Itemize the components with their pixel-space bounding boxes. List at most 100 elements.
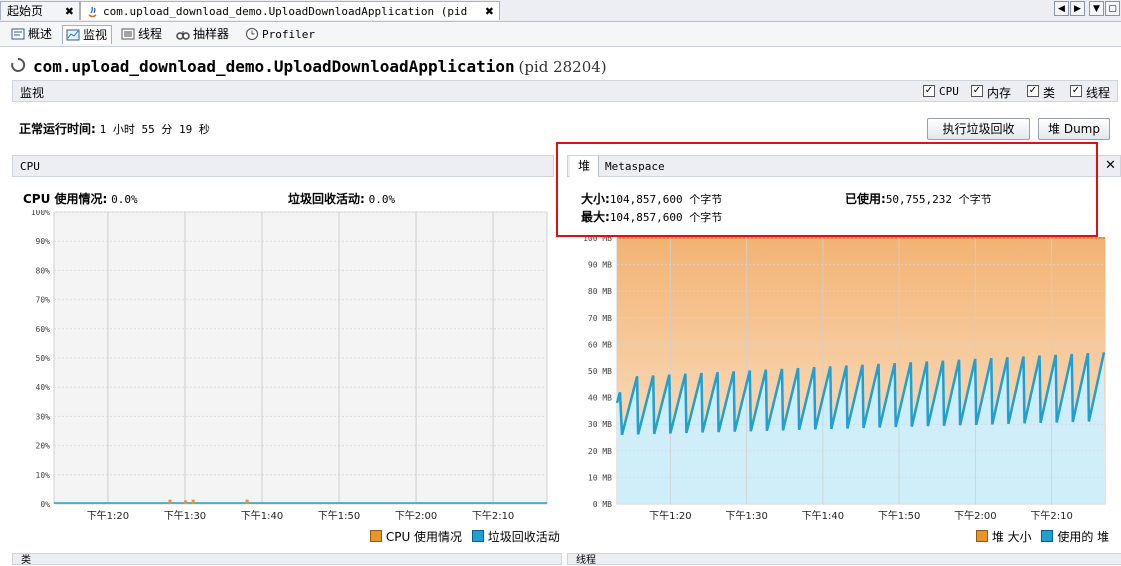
tab-sampler[interactable]: 抽样器: [173, 25, 233, 44]
cpu-ytick-label: 90%: [36, 237, 51, 246]
heap-used-legend-swatch: [1041, 530, 1054, 542]
cpu-xtick-label: 下午2:10: [472, 509, 514, 522]
classes-checkbox[interactable]: ✓: [1027, 85, 1039, 97]
heap-size-legend-label: 堆 大小: [991, 530, 1032, 544]
cpu-usage-spike: [245, 499, 249, 504]
tab-threads-label: 线程: [138, 27, 163, 41]
threads-icon: [121, 28, 135, 40]
cpu-xtick-label: 下午2:00: [395, 509, 437, 522]
heap-ytick-label: 0 MB: [593, 500, 612, 509]
cpu-checkbox-label: CPU: [939, 85, 959, 98]
gc-legend-label: 垃圾回收活动: [487, 530, 560, 544]
gc-activity: 垃圾回收活动: 0.0%: [288, 190, 395, 207]
heap-ytick-label: 20 MB: [588, 447, 612, 456]
profiler-clock-icon: [246, 28, 258, 40]
gc-button[interactable]: 执行垃圾回收: [927, 118, 1030, 140]
monitor-section-bar: 监视 ✓ CPU ✓ 内存 ✓ 类 ✓ 线程: [12, 80, 1118, 102]
heap-ytick-label: 40 MB: [588, 394, 612, 403]
gc-activity-label: 垃圾回收活动:: [288, 192, 365, 206]
cpu-ytick-label: 0%: [40, 500, 50, 509]
tab-start-page-label: 起始页: [7, 4, 44, 18]
page-title: com.upload_download_demo.UploadDownloadA…: [33, 57, 607, 76]
threads-checkbox[interactable]: ✓: [1070, 85, 1082, 97]
tab-application[interactable]: com.upload_download_demo.UploadDownloadA…: [80, 1, 500, 37]
cpu-ytick-label: 100%: [31, 210, 50, 217]
heap-ytick-label: 80 MB: [588, 287, 612, 296]
classes-checkbox-label: 类: [1043, 86, 1056, 100]
heap-chart: 0 MB 10 MB 20 MB 30 MB 40 MB 50 MB 60 MB 70 MB 8…: [583, 234, 1106, 522]
heap-xtick-label: 下午2:00: [954, 509, 996, 522]
cpu-usage: CPU 使用情况: 0.0%: [23, 190, 138, 207]
heap-xtick-label: 下午1:50: [878, 509, 920, 522]
threads-panel-title: 线程: [576, 555, 596, 566]
threads-checkbox-label: 线程: [1086, 86, 1111, 100]
heap-xtick-label: 下午2:10: [1030, 509, 1072, 522]
heap-size-legend-swatch: [976, 530, 988, 542]
memory-checkbox[interactable]: ✓: [971, 85, 983, 97]
cpu-legend-swatch: [370, 530, 382, 542]
tab-profiler-label: Profiler: [262, 28, 315, 41]
monitor-label: 监视: [20, 86, 45, 100]
view-tabs: 概述 监视 线程 抽样器 Profiler: [0, 22, 1121, 47]
maximize-icon[interactable]: ▢: [1105, 1, 1120, 16]
classes-panel-title: 类: [21, 555, 31, 566]
heap-dump-button[interactable]: 堆 Dump: [1038, 118, 1110, 140]
tab-monitor[interactable]: 监视: [62, 25, 113, 44]
uptime: 正常运行时间: 1 小时 55 分 19 秒: [19, 120, 210, 137]
cpu-legend: CPU 使用情况 垃圾回收活动: [370, 528, 560, 545]
tab-overview-label: 概述: [28, 27, 53, 41]
scroll-right-icon[interactable]: ▶: [1070, 1, 1085, 16]
heap-xtick-label: 下午1:30: [725, 509, 767, 522]
tab-start-page[interactable]: 起始页 ✖: [0, 1, 80, 20]
cpu-ytick-label: 50%: [36, 354, 51, 363]
tab-overview[interactable]: 概述: [8, 25, 56, 44]
cpu-ytick-label: 70%: [36, 296, 51, 305]
cpu-ytick-label: 40%: [36, 383, 51, 392]
cpu-usage-spike: [168, 499, 172, 504]
cpu-usage-value: 0.0%: [111, 193, 138, 206]
heap-xtick-label: 下午1:40: [802, 509, 844, 522]
loading-spinner-icon: [11, 57, 26, 72]
cpu-xtick-label: 下午1:40: [241, 509, 283, 522]
sampler-icon: [176, 31, 190, 40]
memory-checkbox-label: 内存: [987, 86, 1012, 100]
heap-used-legend-label: 使用的 堆: [1057, 530, 1110, 544]
heap-legend: 堆 大小 使用的 堆: [976, 528, 1109, 545]
cpu-usage-label: CPU 使用情况:: [23, 192, 108, 206]
close-icon[interactable]: ✕: [1105, 158, 1116, 173]
cpu-ytick-label: 20%: [36, 442, 51, 451]
uptime-label: 正常运行时间:: [19, 122, 96, 136]
cpu-ytick-label: 10%: [36, 471, 51, 480]
heap-ytick-label: 70 MB: [588, 314, 612, 323]
cpu-xtick-label: 下午1:30: [164, 509, 206, 522]
cpu-chart: 0% 10% 20% 30% 40% 50% 60% 70% 80% 90% 100% 下午1:20 下…: [31, 210, 548, 522]
gc-activity-value: 0.0%: [368, 193, 396, 206]
cpu-ytick-label: 80%: [36, 266, 51, 275]
close-icon[interactable]: ✖: [485, 2, 494, 21]
cpu-usage-spike: [183, 500, 187, 504]
heap-ytick-label: 60 MB: [588, 340, 612, 349]
monitor-icon: [66, 29, 80, 41]
overview-icon: [11, 28, 25, 40]
cpu-checkbox[interactable]: ✓: [923, 85, 935, 97]
tab-list-icon[interactable]: ▼: [1089, 1, 1104, 16]
tab-threads[interactable]: 线程: [118, 25, 166, 44]
heap-ytick-label: 90 MB: [588, 261, 612, 270]
cpu-usage-spike: [191, 499, 195, 504]
uptime-value: 1 小时 55 分 19 秒: [99, 123, 210, 136]
cpu-panel-header: CPU: [12, 155, 554, 177]
highlight-box: [556, 142, 1098, 237]
cpu-legend-label: CPU 使用情况: [385, 530, 463, 544]
tab-monitor-label: 监视: [83, 28, 108, 42]
classes-panel-header: 类: [12, 553, 562, 566]
cpu-xtick-label: 下午1:20: [87, 509, 129, 522]
close-icon[interactable]: ✖: [65, 2, 74, 21]
tab-profiler[interactable]: Profiler: [242, 25, 319, 44]
heap-ytick-label: 50 MB: [588, 367, 612, 376]
tab-sampler-label: 抽样器: [193, 27, 230, 41]
scroll-left-icon[interactable]: ◀: [1054, 1, 1069, 16]
heap-ytick-label: 30 MB: [588, 420, 612, 429]
threads-panel-header: 线程: [567, 553, 1121, 566]
cpu-ytick-label: 30%: [36, 412, 51, 421]
app-pid: (pid 28204): [518, 58, 607, 76]
